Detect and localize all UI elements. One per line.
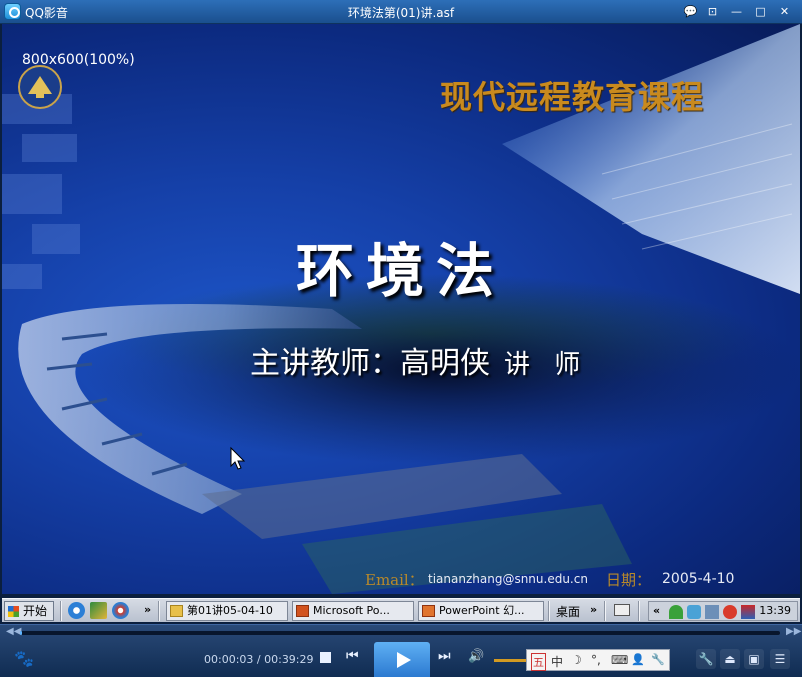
- ime-lang[interactable]: 中: [551, 653, 563, 670]
- desktop-toolbar-label[interactable]: 桌面: [556, 603, 580, 620]
- sync-icon[interactable]: [687, 605, 701, 619]
- stop-button[interactable]: [320, 652, 331, 663]
- chat-icon[interactable]: 💬: [682, 4, 699, 20]
- playlist-icon[interactable]: ☰: [770, 649, 790, 669]
- task-label: PowerPoint 幻...: [439, 604, 525, 617]
- email-value: tiananzhang@snnu.edu.cn: [428, 572, 588, 586]
- date-label: 日期：: [606, 571, 652, 589]
- ime-keyboard-icon[interactable]: ⌨: [611, 653, 628, 667]
- seek-forward-icon[interactable]: ▶▶: [786, 626, 801, 637]
- media-icon[interactable]: [90, 602, 107, 619]
- volume-slider[interactable]: [494, 659, 526, 662]
- start-button[interactable]: 开始: [4, 601, 54, 621]
- ime-toolbar[interactable]: 五 中 ☽ °, ⌨ 👤 🔧: [526, 649, 670, 671]
- task-slideshow[interactable]: PowerPoint 幻...: [418, 601, 544, 621]
- task-label: 第01讲05-04-10: [187, 604, 273, 617]
- network-icon[interactable]: [669, 605, 683, 619]
- ime-moon-icon[interactable]: ☽: [571, 653, 582, 667]
- maximize-button[interactable]: □: [752, 4, 769, 20]
- lecture-title: 环境法: [295, 237, 506, 305]
- clock: 13:39: [759, 604, 791, 617]
- ie-icon[interactable]: [68, 602, 85, 619]
- desktop-chevron-icon[interactable]: »: [590, 603, 597, 616]
- task-folder[interactable]: 第01讲05-04-10: [166, 601, 288, 621]
- volume-icon[interactable]: 🔊: [468, 649, 484, 664]
- player-icon[interactable]: [112, 602, 129, 619]
- display-icon[interactable]: [705, 605, 719, 619]
- quicklaunch-chevron-icon[interactable]: »: [144, 603, 151, 616]
- seek-bar-fill: [20, 631, 23, 635]
- teacher-name: 主讲教师：高明侠: [250, 346, 490, 381]
- current-time: 00:00:03: [204, 653, 254, 666]
- screen-icon[interactable]: ▣: [744, 649, 764, 669]
- ime-punct-icon[interactable]: °,: [591, 653, 601, 667]
- task-label: Microsoft Po...: [313, 604, 390, 617]
- ime-user-icon[interactable]: 👤: [631, 653, 645, 666]
- video-frame[interactable]: 800x600(100%) 现代远程教育课程 环境法 主讲教师：高明侠讲 师 E…: [2, 24, 800, 594]
- next-button[interactable]: ⏭: [438, 648, 451, 664]
- divider: [60, 601, 62, 621]
- minimize-button[interactable]: —: [728, 4, 745, 20]
- divider: [604, 601, 606, 621]
- antivirus-icon[interactable]: [723, 605, 737, 619]
- previous-button[interactable]: ⏮: [346, 648, 359, 664]
- close-button[interactable]: ✕: [776, 4, 793, 20]
- powerpoint-icon: [296, 605, 309, 617]
- skin-icon[interactable]: ⊡: [704, 4, 721, 20]
- email-label: Email：: [365, 571, 424, 589]
- play-button[interactable]: [374, 642, 430, 677]
- recorded-taskbar: 开始 » 第01讲05-04-10 Microsoft Po... PowerP…: [2, 598, 800, 622]
- task-powerpoint[interactable]: Microsoft Po...: [292, 601, 414, 621]
- resolution-label: 800x600(100%): [22, 52, 135, 68]
- time-separator: /: [253, 653, 265, 666]
- system-tray: « 13:39: [648, 601, 798, 621]
- powerpoint-slideshow-icon: [422, 605, 435, 617]
- seek-bar[interactable]: [20, 631, 780, 635]
- player-controls: ◀◀ ▶▶ 🐾 00:00:03 / 00:39:29 ⏮ ⏭ 🔊 五 中 ☽ …: [0, 624, 802, 677]
- divider: [548, 601, 550, 621]
- teacher-line: 主讲教师：高明侠讲 师: [250, 338, 588, 382]
- eject-icon[interactable]: ⏏: [720, 649, 740, 669]
- divider: [158, 601, 160, 621]
- teacher-role: 讲 师: [504, 350, 589, 380]
- keyboard-icon[interactable]: [614, 604, 630, 616]
- divider: [638, 601, 640, 621]
- date-value: 2005-4-10: [662, 571, 735, 587]
- ime-tool-icon[interactable]: 🔧: [651, 653, 665, 666]
- footprint-icon[interactable]: 🐾: [14, 649, 34, 668]
- time-display: 00:00:03 / 00:39:29: [204, 653, 314, 666]
- folder-icon: [170, 605, 183, 617]
- total-time: 00:39:29: [264, 653, 314, 666]
- title-bar[interactable]: QQ影音 环境法第(01)讲.asf 💬 ⊡ — □ ✕: [0, 0, 802, 24]
- course-title: 现代远程教育课程: [440, 78, 705, 116]
- shield-icon[interactable]: [741, 605, 755, 619]
- tray-chevron-icon[interactable]: «: [653, 604, 660, 617]
- ime-mode[interactable]: 五: [531, 653, 546, 671]
- qq-player-window: QQ影音 环境法第(01)讲.asf 💬 ⊡ — □ ✕ 800x600(100…: [0, 0, 802, 677]
- tools-icon[interactable]: 🔧: [696, 649, 716, 669]
